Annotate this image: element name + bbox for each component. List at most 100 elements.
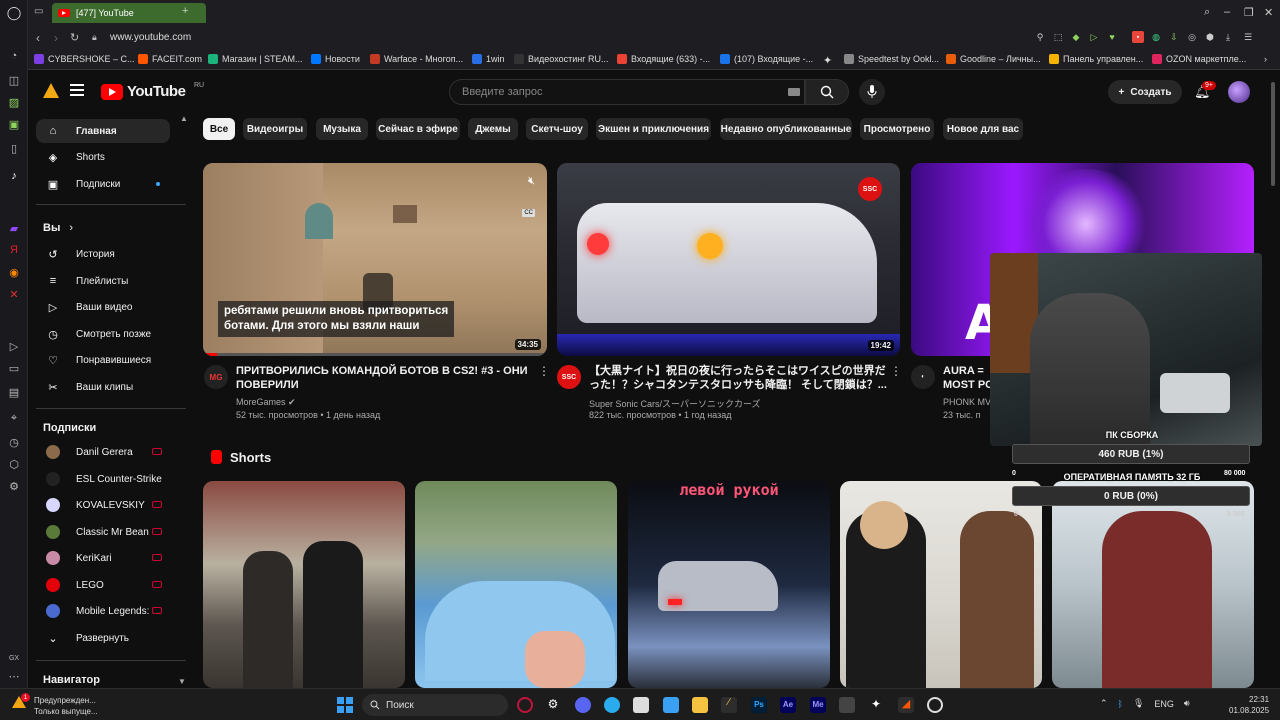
box-icon[interactable]: ▤ [6, 384, 22, 400]
chip-live[interactable]: Сейчас в эфире [376, 118, 460, 140]
sidebar-item-shorts[interactable]: ◈ Shorts [36, 145, 170, 169]
play-icon[interactable]: ▷ [6, 338, 22, 354]
captions-icon[interactable]: CC [522, 209, 535, 217]
short-thumbnail-3[interactable] [840, 481, 1042, 688]
channel-avatar[interactable]: SSC [557, 365, 581, 389]
sidebar-item-playlists[interactable]: ≡ Плейлисты [36, 269, 170, 293]
telegram-taskbar-icon[interactable] [604, 697, 620, 713]
extension-green-icon[interactable]: ◍ [1150, 31, 1162, 43]
steam-taskbar-icon[interactable]: ⚙ [545, 697, 561, 713]
sidebar-sub-4[interactable]: KeriKari [36, 546, 170, 570]
video-channel-0[interactable]: MoreGames ✔ [236, 397, 296, 408]
clock-icon[interactable]: ◷ [6, 434, 22, 450]
search-button[interactable] [805, 79, 849, 105]
chip-gaming[interactable]: Видеоигры [243, 118, 307, 140]
menu-icon[interactable] [70, 84, 84, 96]
bookmark-5[interactable]: 1win [472, 54, 505, 64]
voice-search-button[interactable] [859, 79, 885, 105]
short-thumbnail-4[interactable] [1052, 481, 1254, 688]
bookmark-2[interactable]: Магазин | STEAM... [208, 54, 303, 64]
warning-icon[interactable] [43, 83, 59, 98]
extension-red-icon[interactable]: ▪ [1132, 31, 1144, 43]
download-icon[interactable]: ⇩ [1168, 31, 1180, 43]
reload-icon[interactable]: ↻ [70, 31, 79, 44]
heart-icon[interactable]: ♥ [1106, 31, 1118, 43]
chip-action[interactable]: Экшен и приключения [596, 118, 711, 140]
settings-icon[interactable]: ⚙ [6, 478, 22, 494]
tray-overflow-icon[interactable]: ⌃ [1100, 698, 1108, 709]
chip-sketch[interactable]: Скетч-шоу [526, 118, 588, 140]
sidebar-sub-5[interactable]: LEGO [36, 573, 170, 597]
pin-icon[interactable]: ⌖ [6, 410, 22, 426]
taskbar-clock[interactable]: 22:31 01.08.2025 [1229, 694, 1269, 716]
search-tabs-icon[interactable]: ⌕ [1204, 6, 1210, 19]
new-tab-icon[interactable]: + [182, 5, 188, 17]
bookmark-7[interactable]: Входящие (633) -... [617, 54, 710, 64]
vpn-icon[interactable]: ▷ [1088, 31, 1100, 43]
obs-taskbar-icon[interactable] [927, 697, 943, 713]
vk-play-icon[interactable]: ◉ [6, 264, 22, 280]
more-icon[interactable]: ⋯ [6, 668, 22, 684]
sidebar-sub-6[interactable]: Mobile Legends: ... [36, 599, 170, 623]
tiktok-icon[interactable]: ♪ [6, 168, 22, 184]
explorer-taskbar-icon[interactable] [692, 697, 708, 713]
after-effects-taskbar-icon[interactable]: Ae [780, 697, 796, 713]
tab-menu-icon[interactable]: ▭ [34, 6, 43, 17]
extensions-icon[interactable]: ⬡ [6, 456, 22, 472]
discord-taskbar-icon[interactable] [575, 697, 591, 713]
media-encoder-taskbar-icon[interactable]: Me [810, 697, 826, 713]
video-thumbnail-1[interactable]: SSC 19:42 [557, 163, 900, 356]
sidebar-sub-2[interactable]: KOVALEVSKIY [36, 493, 170, 517]
speed-dial-icon[interactable]: ▨ [6, 94, 22, 110]
short-thumbnail-2[interactable]: левой рукой [628, 481, 830, 688]
taskbar-search[interactable]: Поиск [362, 694, 508, 716]
twitch-icon[interactable]: ▰ [6, 220, 22, 236]
app-taskbar-icon[interactable]: ⁄ [721, 697, 737, 713]
account-avatar[interactable] [1228, 81, 1250, 103]
chip-new[interactable]: Новое для вас [943, 118, 1023, 140]
chip-all[interactable]: Все [203, 118, 235, 140]
channel-avatar[interactable]: MG [204, 365, 228, 389]
sidebar-item-clips[interactable]: ✂ Ваши клипы [36, 375, 170, 399]
sidebar-expand[interactable]: ⌄ Развернуть [36, 626, 170, 650]
puzzle-icon[interactable]: ⬢ [1204, 31, 1216, 43]
photoshop-taskbar-icon[interactable]: Ps [751, 697, 767, 713]
bookmark-8[interactable]: (107) Входящие -... [720, 54, 813, 64]
addon-icon[interactable]: ✕ [6, 286, 22, 302]
video-title-0[interactable]: ПРИТВОРИЛИСЬ КОМАНДОЙ БОТОВ В CS2! #3 - … [236, 364, 536, 392]
minimize-icon[interactable]: – [1224, 6, 1230, 18]
workspace-icon[interactable]: ◫ [6, 72, 22, 88]
wallet-icon[interactable]: ▭ [6, 360, 22, 376]
easy-setup-icon[interactable]: ☰ [1242, 31, 1254, 43]
mic-tray-icon[interactable]: 🎙︎ [1133, 698, 1144, 709]
you-section-header[interactable]: Вы › [43, 222, 73, 234]
gx-corner-icon[interactable]: ▣ [6, 116, 22, 132]
video-channel-1[interactable]: Super Sonic Cars/スーパーソニックカーズ [589, 397, 761, 410]
start-button[interactable] [337, 697, 353, 713]
forward-icon[interactable]: › [54, 31, 58, 45]
bookmark-12[interactable]: OZON маркетпле... [1152, 54, 1246, 64]
bookmark-10[interactable]: Goodline – Личны... [946, 54, 1041, 64]
volume-icon[interactable]: 🔊︎ [1184, 698, 1190, 709]
bluetooth-icon[interactable]: ᛒ [1118, 699, 1123, 709]
video-title-1[interactable]: 【大黒ナイト】祝日の夜に行ったらそこはワイスピの世界だ った！？シャコタンテスタロ… [589, 364, 889, 392]
back-icon[interactable]: ‹ [36, 31, 40, 45]
gx-icon[interactable]: GX [6, 650, 22, 666]
bookmarks-overflow-icon[interactable]: › [1264, 54, 1267, 64]
progress-track[interactable] [203, 353, 547, 356]
snapshot-icon[interactable]: ⬚ [1052, 31, 1064, 43]
player-icon[interactable]: ▯ [6, 140, 22, 156]
calculator-taskbar-icon[interactable] [633, 697, 649, 713]
screen-taskbar-icon[interactable] [663, 697, 679, 713]
video-channel-2[interactable]: PHONK MV [943, 397, 991, 407]
sidebar-item-liked[interactable]: ♡ Понравившиеся [36, 348, 170, 372]
sidebar-item-home[interactable]: ⌂ Главная [36, 119, 170, 143]
aria-icon[interactable]: ◔ [6, 48, 22, 64]
bookmark-6[interactable]: Видеохостинг RU... [514, 54, 609, 64]
sidebar-item-subscriptions[interactable]: ▣ Подписки [36, 172, 170, 196]
taskbar-notification[interactable]: 1 Предупрежден... Только выпуще... [12, 693, 122, 717]
short-thumbnail-1[interactable] [415, 481, 617, 688]
bookmark-0[interactable]: CYBERSHOKE – C... [34, 54, 135, 64]
sidebar-item-watch-later[interactable]: ◷ Смотреть позже [36, 322, 170, 346]
language-indicator[interactable]: ENG [1154, 699, 1174, 709]
